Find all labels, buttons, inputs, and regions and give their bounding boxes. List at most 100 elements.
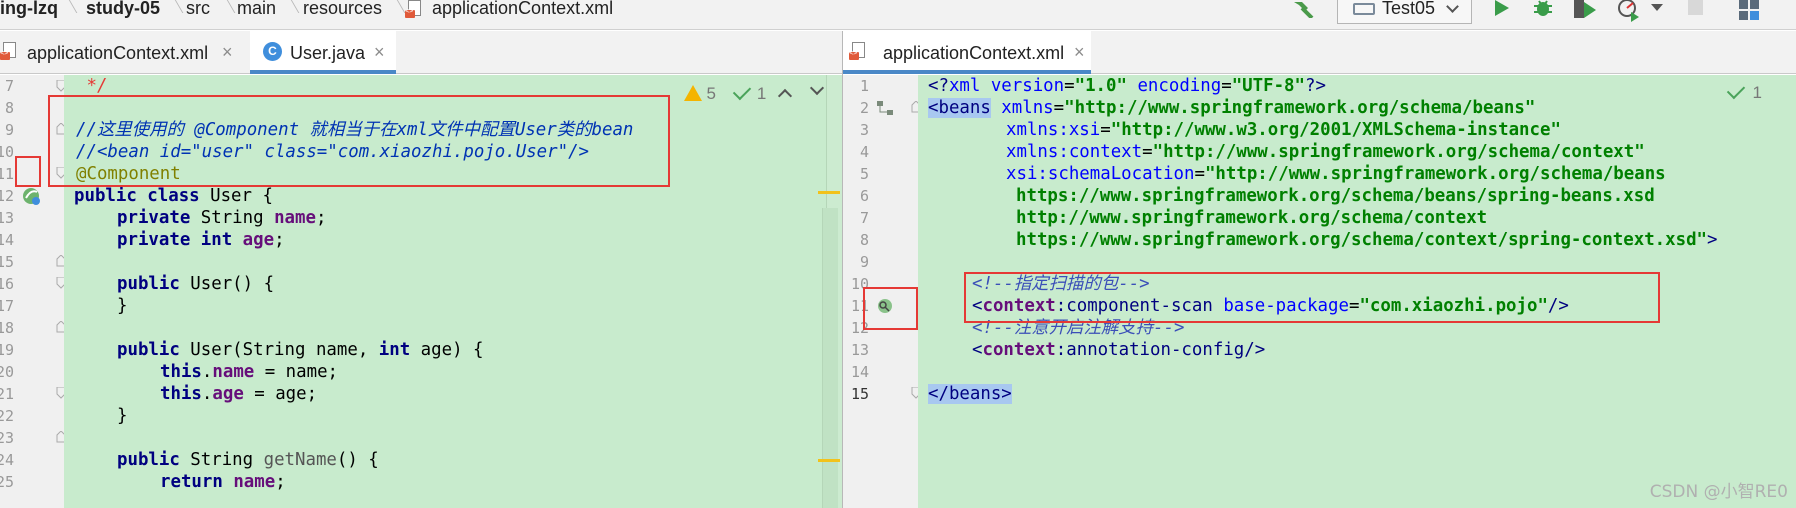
code-line-3: xmlns:xsi="http://www.w3.org/2001/XMLSch… [1006,120,1561,140]
line-number: 13 [0,209,14,227]
scroll-warning-marker[interactable] [818,459,840,462]
xml-file-icon [405,0,423,18]
code-line-13: private String name; [117,208,327,228]
ok-count: 1 [756,84,767,103]
code-line-20: this.name = name; [160,362,339,382]
watermark: CSDN @小智RE0 [1649,482,1788,502]
run-configuration-label: Test05 [1382,0,1436,18]
stop-icon[interactable] [1686,0,1706,18]
xml-file-icon [849,42,867,60]
line-number: 25 [0,473,14,491]
line-number: 11 [0,165,14,183]
right-editor-tab-bar: applicationContext.xml × [843,31,1796,74]
code-line-15: </beans> [928,384,1012,404]
navigation-bar: ing-lzq study-05 src main resources appl… [0,0,1796,30]
run-icon[interactable] [1492,0,1512,18]
line-number: 14 [850,363,869,381]
code-line-21: this.age = age; [160,384,318,404]
breadcrumb-separator [62,0,72,18]
tab-label: applicationContext.xml [27,43,209,63]
code-line-4: xmlns:context="http://www.springframewor… [1006,142,1645,162]
breadcrumb-project[interactable]: ing-lzq [0,0,58,18]
chevron-down-icon [1446,0,1459,13]
highlight-box-gutter-icon [15,156,41,187]
spring-context-icon[interactable] [876,99,896,119]
code-line-24: public String getName() { [117,450,379,470]
chevron-down-icon[interactable] [1650,2,1664,14]
code-line-25: return name; [160,472,286,492]
code-line-5: xsi:schemaLocation="http://www.springfra… [1006,164,1666,184]
inspection-widget[interactable]: 5 1 [684,81,767,104]
left-editor-tab-bar: applicationContext.xml × C User.java × [0,31,842,74]
line-number: 7 [4,77,14,95]
breadcrumb-file[interactable]: applicationContext.xml [432,0,613,18]
run-config-icon [1353,3,1375,15]
breadcrumb-module[interactable]: study-05 [86,0,160,18]
java-class-icon: C [263,42,282,61]
run-with-coverage-icon[interactable] [1572,0,1598,20]
code-line-13: <context:annotation-config/> [972,340,1266,360]
code-line-7: http://www.springframework.org/schema/co… [1016,208,1488,228]
line-number: 12 [0,187,14,205]
code-line-7: */ [76,76,108,96]
line-number: 10 [0,143,14,161]
code-line-12: public class User { [74,186,273,206]
tab-application-context-xml[interactable]: applicationContext.xml × [843,31,1091,74]
debug-bug-icon[interactable] [1532,0,1554,20]
left-scroll-thumb[interactable] [822,208,838,508]
line-number: 8 [4,99,14,117]
line-number: 16 [0,275,14,293]
breadcrumb-main[interactable]: main [237,0,276,18]
breadcrumb-separator [390,0,400,18]
check-icon [1726,80,1746,100]
line-number: 2 [859,99,869,117]
line-number: 4 [859,143,869,161]
tab-label: applicationContext.xml [883,43,1065,63]
line-number: 3 [859,121,869,139]
close-tab-icon[interactable]: × [1074,42,1085,62]
line-number: 14 [0,231,14,249]
next-highlight-icon[interactable] [809,80,825,96]
line-number: 1 [859,77,869,95]
line-number: 7 [859,209,869,227]
highlight-box-gutter-icon [863,287,918,330]
line-number: 9 [4,121,14,139]
code-line-22: } [117,406,128,426]
breadcrumb-src[interactable]: src [186,0,210,18]
project-structure-icon[interactable] [1738,0,1762,22]
line-number: 24 [0,451,14,469]
code-line-8: https://www.springframework.org/schema/c… [1016,230,1718,250]
line-number: 13 [850,341,869,359]
warning-count: 5 [706,84,716,103]
inspection-widget[interactable]: 1 [1726,80,1762,103]
profiler-icon[interactable] [1617,0,1641,22]
line-number: 17 [0,297,14,315]
code-line-17: } [117,296,128,316]
close-tab-icon[interactable]: × [222,42,233,62]
tab-application-context-xml[interactable]: applicationContext.xml × [0,31,248,73]
build-hammer-icon[interactable] [1290,0,1316,18]
scroll-warning-marker[interactable] [818,191,840,194]
line-number: 19 [0,341,14,359]
close-tab-icon[interactable]: × [374,42,385,62]
line-number: 9 [859,253,869,271]
breadcrumb-separator [220,0,230,18]
line-number: 6 [859,187,869,205]
breadcrumb-separator [168,0,178,18]
tab-user-java[interactable]: C User.java × [250,31,396,74]
line-number: 18 [0,319,14,337]
spring-bean-icon[interactable] [22,187,42,207]
breadcrumb-resources[interactable]: resources [303,0,382,18]
warning-icon [684,85,702,101]
code-line-19: public User(String name, int age) { [117,340,484,360]
code-line-6: https://www.springframework.org/schema/b… [1016,186,1655,206]
line-number: 23 [0,429,14,447]
highlight-box-component-scan [964,272,1660,323]
code-line-14: private int age; [117,230,285,250]
line-number: 20 [0,363,14,381]
run-configuration-dropdown[interactable]: Test05 [1337,0,1472,24]
code-line-1: <?xml version="1.0" encoding="UTF-8"?> [928,76,1326,96]
highlight-box-annotation-comment [48,95,670,187]
breadcrumb-separator [284,0,294,18]
previous-highlight-icon[interactable] [777,88,793,104]
